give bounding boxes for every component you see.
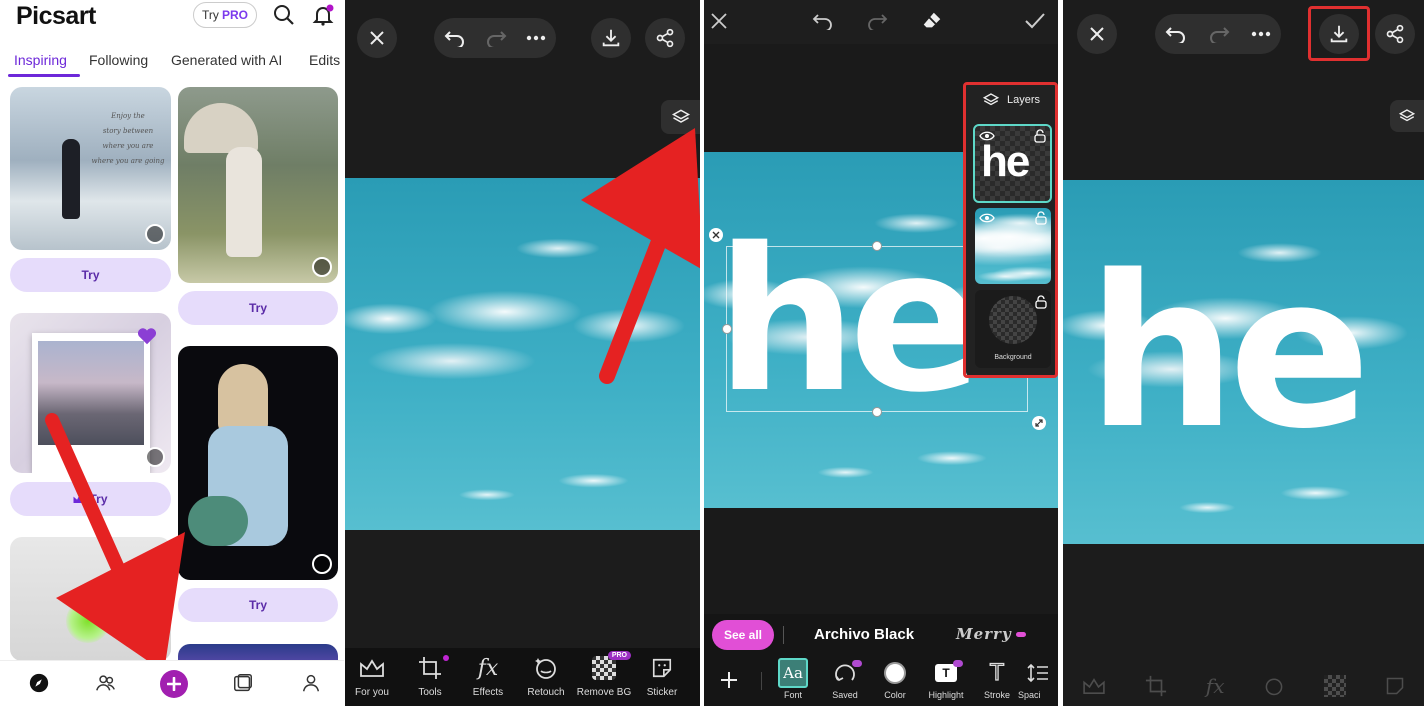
tool-font[interactable]: Aa Font (764, 658, 822, 700)
red-arrow-annotation (581, 128, 700, 384)
red-arrow-annotation (45, 413, 185, 672)
pro-dot (852, 660, 862, 667)
tool-label: For you (355, 687, 389, 698)
picsart-feed-screen: Picsart Try PRO Inspiring Following Gene… (0, 0, 344, 706)
tool-color[interactable]: Color (866, 660, 924, 700)
redo-icon[interactable] (1208, 25, 1230, 43)
history-controls (1155, 14, 1281, 54)
tool-retouch[interactable]: Retouch (517, 655, 575, 698)
undo-icon[interactable] (812, 12, 834, 30)
tool-label: Sticker (646, 687, 678, 698)
editor-screen: For you Tools fx Effects Retouch PRO Rem… (345, 0, 700, 706)
font-option-label: Merry (956, 625, 1012, 643)
new-dot (443, 655, 449, 661)
tool-label: Color (884, 690, 906, 700)
share-button[interactable] (1375, 14, 1415, 54)
color-icon (884, 662, 906, 684)
tool-remove-bg[interactable]: PRO Remove BG (575, 651, 633, 698)
crown-icon (360, 659, 384, 677)
layers-button[interactable] (1390, 100, 1424, 132)
eraser-icon[interactable] (921, 10, 943, 32)
retouch-icon (1265, 678, 1283, 696)
tool-label: Tools (418, 687, 442, 698)
close-icon (1090, 27, 1104, 41)
profile-icon[interactable] (298, 670, 324, 696)
scale-handle[interactable] (1032, 416, 1046, 430)
highlight-icon: T (935, 664, 957, 682)
checkmark-icon[interactable] (1024, 12, 1046, 30)
tool-label: Effects (472, 687, 504, 698)
tool-tools[interactable]: Tools (401, 655, 459, 698)
tool-label: Remove BG (576, 687, 632, 698)
crop-icon (1145, 675, 1167, 697)
more-icon[interactable] (1251, 31, 1271, 37)
sticker-icon (652, 658, 672, 678)
font-icon: Aa (778, 658, 808, 688)
bottom-toolbar-disabled: fx (1063, 666, 1424, 706)
tool-effects[interactable]: fx Effects (459, 655, 517, 699)
final-editor-screen: he fx (1063, 0, 1424, 706)
close-button[interactable] (1077, 14, 1117, 54)
tool-label: Highlight (928, 690, 964, 700)
see-all-button[interactable]: See all (712, 620, 774, 650)
pro-badge: PRO (607, 651, 631, 660)
spacing-icon (1027, 663, 1048, 683)
tool-highlight[interactable]: T Highlight (917, 660, 975, 700)
tool-sticker[interactable]: Sticker (633, 655, 691, 698)
tool-label: Retouch (527, 687, 565, 698)
pro-dot (953, 660, 963, 667)
folder-icon[interactable] (230, 670, 256, 696)
resize-handle-left[interactable] (722, 324, 732, 334)
undo-icon[interactable] (1165, 25, 1187, 43)
retouch-icon (535, 658, 556, 679)
highlight-box-download (1308, 6, 1370, 61)
fx-icon: fx (1205, 674, 1225, 698)
highlight-box-layers (963, 82, 1058, 378)
resize-handle-top[interactable] (872, 241, 882, 251)
create-icon[interactable] (160, 670, 188, 698)
share-icon (1386, 24, 1404, 44)
sticker-icon (1386, 677, 1403, 695)
canvas-text-he[interactable]: he (716, 222, 983, 420)
divider (783, 626, 784, 644)
crown-icon (1083, 678, 1106, 695)
close-icon[interactable] (710, 12, 728, 30)
text-editor-screen: he Layers he Background See all Archivo … (704, 0, 1058, 706)
divider (761, 672, 762, 690)
tool-label: Spaci (1018, 690, 1041, 700)
layers-icon (1398, 109, 1416, 122)
resize-handle-bottom[interactable] (872, 407, 882, 417)
delete-handle[interactable] (709, 228, 723, 242)
pro-dot (1015, 631, 1026, 637)
crop-icon (419, 657, 441, 679)
fx-icon: fx (477, 655, 499, 681)
remove-bg-icon (1323, 675, 1346, 697)
canvas-text-he[interactable]: he (1087, 248, 1371, 458)
people-icon[interactable] (93, 670, 119, 696)
explore-icon[interactable] (26, 670, 52, 696)
font-option-merry[interactable]: Merry (956, 625, 1026, 643)
redo-icon[interactable] (866, 12, 888, 30)
font-option-archivo-black[interactable]: Archivo Black (814, 626, 914, 643)
tool-for-you[interactable]: For you (345, 655, 401, 698)
add-icon[interactable] (719, 670, 739, 690)
tool-label: Font (783, 690, 802, 700)
tool-spacing[interactable]: Spaci (1018, 660, 1058, 700)
